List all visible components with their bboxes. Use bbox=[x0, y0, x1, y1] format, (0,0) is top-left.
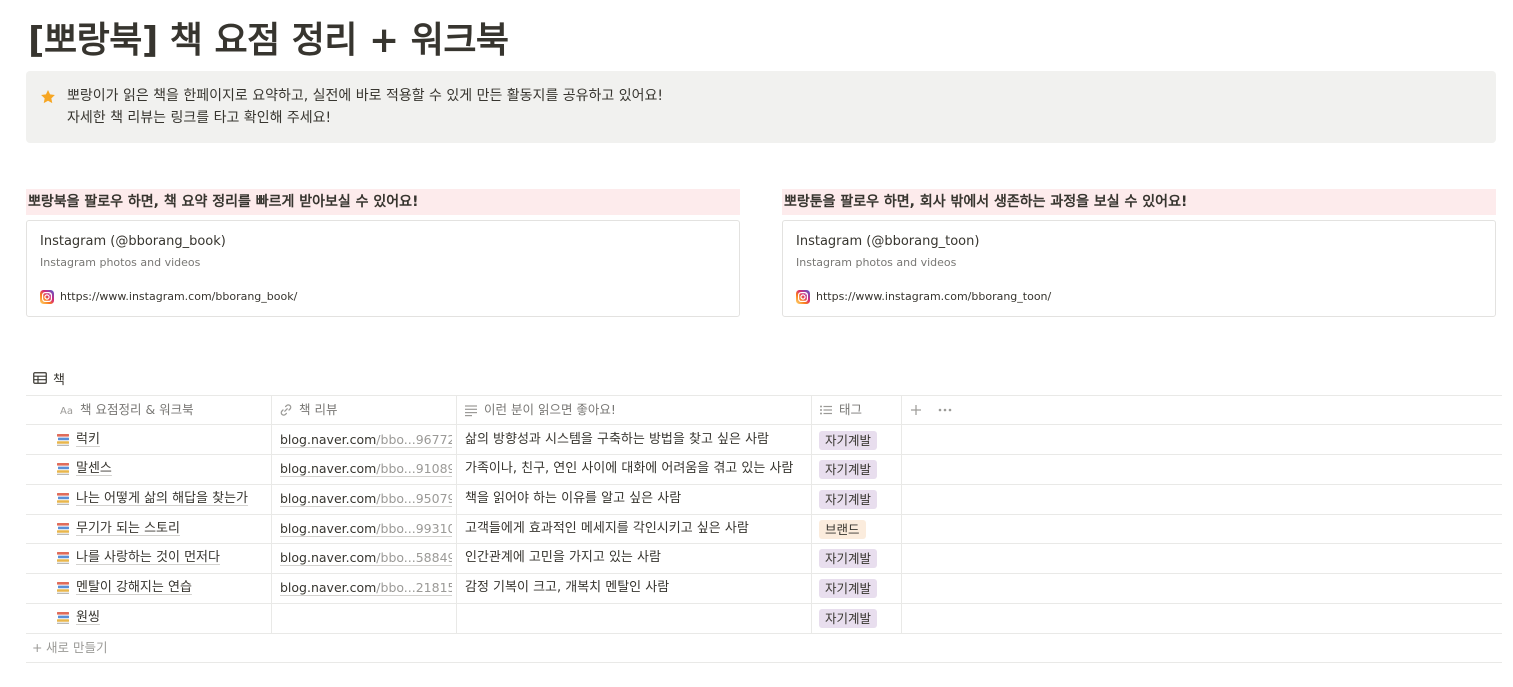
cell-target-reader[interactable] bbox=[465, 603, 809, 633]
database-title-label: 책 bbox=[53, 373, 65, 388]
instagram-icon bbox=[796, 290, 810, 304]
tag-badge[interactable]: 자기계발 bbox=[819, 549, 878, 568]
cell-target-reader[interactable]: 인간관계에 고민을 가지고 있는 사람 bbox=[465, 543, 809, 573]
table-row[interactable]: 원씽 자기계발 bbox=[26, 603, 1502, 633]
books-icon bbox=[57, 463, 69, 475]
books-icon bbox=[57, 493, 69, 505]
tag-badge[interactable]: 브랜드 bbox=[819, 520, 866, 539]
cell-review-link[interactable]: blog.naver.com/bbo...993100 bbox=[280, 514, 452, 544]
cell-book-name[interactable]: 나는 어떻게 삶의 해답을 찾는가 bbox=[56, 484, 268, 514]
tag-badge[interactable]: 자기계발 bbox=[819, 490, 878, 509]
cell-review-link[interactable]: blog.naver.com/bbo...218150 bbox=[280, 573, 452, 603]
tag-badge[interactable]: 자기계발 bbox=[819, 460, 878, 479]
cell-book-name[interactable]: 멘탈이 강해지는 연습 bbox=[56, 573, 268, 603]
cell-target-reader[interactable]: 가족이나, 친구, 연인 사이에 대화에 어려움을 겪고 있는 사람 bbox=[465, 454, 809, 484]
add-property-icon[interactable] bbox=[910, 404, 922, 416]
tag-badge[interactable]: 자기계발 bbox=[819, 431, 878, 450]
callout-text-line-2: 자세한 책 리뷰는 링크를 타고 확인해 주세요! bbox=[67, 110, 332, 126]
table-icon bbox=[33, 372, 47, 384]
cell-target-reader[interactable]: 삶의 방향성과 시스템을 구축하는 방법을 찾고 싶은 사람 bbox=[465, 425, 809, 455]
instagram-icon bbox=[40, 290, 54, 304]
tag-badge[interactable]: 자기계발 bbox=[819, 579, 878, 598]
cell-review-link[interactable] bbox=[280, 603, 452, 633]
cell-book-name[interactable]: 나를 사랑하는 것이 먼저다 bbox=[56, 543, 268, 573]
books-icon bbox=[57, 582, 69, 594]
star-icon bbox=[41, 90, 55, 104]
cell-review-link[interactable]: blog.naver.com/bbo...950798 bbox=[280, 484, 452, 514]
plus-icon: + bbox=[32, 640, 43, 655]
link-icon bbox=[280, 404, 292, 416]
bookmark-description: Instagram photos and videos bbox=[796, 256, 957, 269]
cell-book-name[interactable]: 럭키 bbox=[56, 425, 268, 455]
books-icon bbox=[57, 434, 69, 446]
cell-review-link[interactable]: blog.naver.com/bbo...967723 bbox=[280, 425, 452, 455]
cell-target-reader[interactable]: 책을 읽어야 하는 이유를 알고 싶은 사람 bbox=[465, 484, 809, 514]
bookmark-url[interactable]: https://www.instagram.com/bborang_book/ bbox=[60, 290, 297, 304]
table-row[interactable]: 나를 사랑하는 것이 먼저다 blog.naver.com/bbo...58849… bbox=[26, 543, 1502, 573]
books-icon bbox=[57, 612, 69, 624]
new-row-button[interactable]: + 새로 만들기 bbox=[32, 637, 107, 656]
cell-book-name[interactable]: 말센스 bbox=[56, 454, 268, 484]
bookmark-url[interactable]: https://www.instagram.com/bborang_toon/ bbox=[816, 290, 1051, 304]
multi-select-icon bbox=[820, 405, 832, 415]
cell-book-name[interactable]: 무기가 되는 스토리 bbox=[56, 514, 268, 544]
table-row[interactable]: 무기가 되는 스토리 blog.naver.com/bbo...993100 고객들… bbox=[26, 514, 1502, 544]
cell-review-link[interactable]: blog.naver.com/bbo...910893 bbox=[280, 454, 452, 484]
more-options-icon[interactable] bbox=[938, 408, 952, 412]
text-lines-icon bbox=[465, 405, 477, 417]
books-icon bbox=[57, 523, 69, 535]
bookmark-title: Instagram (@bborang_book) bbox=[40, 234, 226, 249]
highlight-text-right: 뽀랑툰을 팔로우 하면, 회사 밖에서 생존하는 과정을 보실 수 있어요! bbox=[782, 189, 1496, 215]
callout-text-line-1: 뽀랑이가 읽은 책을 한페이지로 요약하고, 실전에 바로 적용할 수 있게 만… bbox=[67, 88, 663, 104]
table-row[interactable]: 나는 어떻게 삶의 해답을 찾는가 blog.naver.com/bbo...95… bbox=[26, 484, 1502, 514]
bookmark-card-bborang-toon[interactable]: Instagram (@bborang_toon) Instagram phot… bbox=[782, 220, 1496, 317]
books-icon bbox=[57, 552, 69, 564]
callout-block: 뽀랑이가 읽은 책을 한페이지로 요약하고, 실전에 바로 적용할 수 있게 만… bbox=[26, 71, 1496, 143]
text-property-icon: Aa bbox=[60, 406, 73, 417]
bookmark-card-bborang-book[interactable]: Instagram (@bborang_book) Instagram phot… bbox=[26, 220, 740, 317]
bookmark-title: Instagram (@bborang_toon) bbox=[796, 234, 980, 249]
table-row[interactable]: 말센스 blog.naver.com/bbo...910893 가족이나, 친구, … bbox=[26, 454, 1502, 484]
bookmark-description: Instagram photos and videos bbox=[40, 256, 201, 269]
svg-text:Aa: Aa bbox=[60, 406, 73, 417]
highlight-text-left: 뽀랑북을 팔로우 하면, 책 요약 정리를 빠르게 받아보실 수 있어요! bbox=[26, 189, 740, 215]
tag-badge[interactable]: 자기계발 bbox=[819, 609, 878, 628]
cell-book-name[interactable]: 원씽 bbox=[56, 603, 268, 633]
table-row[interactable]: 멘탈이 강해지는 연습 blog.naver.com/bbo...218150 감정… bbox=[26, 573, 1502, 603]
cell-target-reader[interactable]: 고객들에게 효과적인 메세지를 각인시키고 싶은 사람 bbox=[465, 514, 809, 544]
cell-review-link[interactable]: blog.naver.com/bbo...588491 bbox=[280, 543, 452, 573]
cell-target-reader[interactable]: 감정 기복이 크고, 개복치 멘탈인 사람 bbox=[465, 573, 809, 603]
page-title: [뽀랑북] 책 요점 정리 + 워크북 bbox=[28, 20, 509, 61]
table-row[interactable]: 럭키 blog.naver.com/bbo...967723 삶의 방향성과 시스템… bbox=[26, 425, 1502, 455]
